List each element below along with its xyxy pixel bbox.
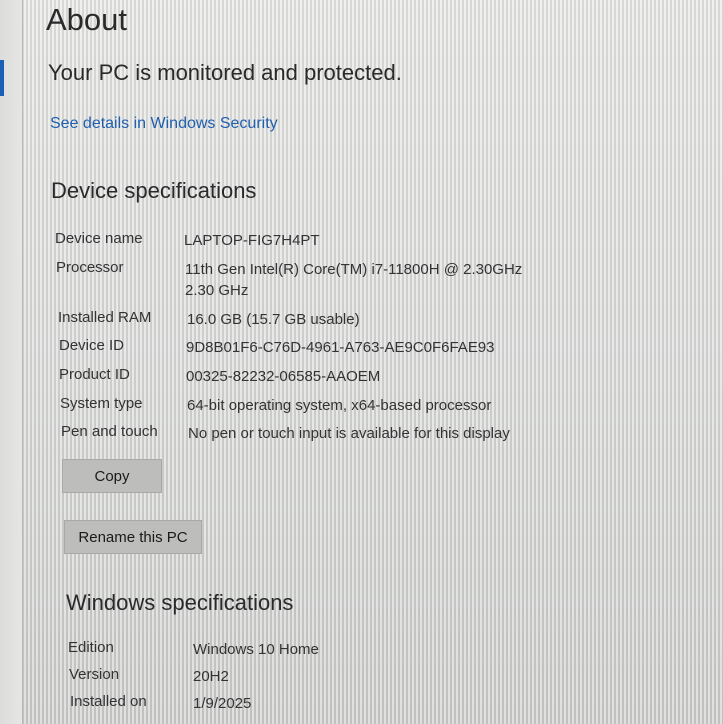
- spec-value: Windows 10 Home: [193, 641, 319, 658]
- spec-label: Version: [69, 666, 120, 683]
- spec-value: 20H2: [193, 668, 229, 685]
- copy-button[interactable]: Copy: [62, 459, 162, 493]
- spec-label: Edition: [68, 639, 114, 656]
- spec-value: No pen or touch input is available for t…: [188, 425, 510, 442]
- spec-label: Processor: [56, 259, 124, 276]
- rename-pc-button[interactable]: Rename this PC: [64, 520, 202, 554]
- spec-label: Device name: [55, 230, 143, 247]
- windows-security-link[interactable]: See details in Windows Security: [50, 115, 278, 133]
- spec-label: Installed RAM: [58, 309, 152, 326]
- spec-label: Pen and touch: [61, 423, 158, 440]
- spec-value: 11th Gen Intel(R) Core(TM) i7-11800H @ 2…: [185, 261, 523, 299]
- protection-status-text: Your PC is monitored and protected.: [48, 60, 402, 85]
- spec-value: 16.0 GB (15.7 GB usable): [187, 311, 360, 328]
- spec-label: Product ID: [59, 366, 130, 383]
- windows-specifications-heading: Windows specifications: [66, 590, 294, 615]
- spec-value: 9D8B01F6-C76D-4961-A763-AE9C0F6FAE93: [186, 339, 495, 356]
- spec-value: 1/9/2025: [193, 695, 252, 712]
- spec-label: Installed on: [70, 693, 147, 710]
- spec-label: System type: [60, 395, 143, 412]
- spec-value: 00325-82232-06585-AAOEM: [186, 368, 381, 385]
- page-title: About: [46, 2, 128, 37]
- spec-label: Device ID: [59, 337, 125, 354]
- device-specifications-heading: Device specifications: [51, 178, 257, 203]
- about-page: About Your PC is monitored and protected…: [0, 0, 723, 724]
- spec-value: LAPTOP-FIG7H4PT: [184, 232, 320, 249]
- spec-value: 64-bit operating system, x64-based proce…: [187, 397, 492, 414]
